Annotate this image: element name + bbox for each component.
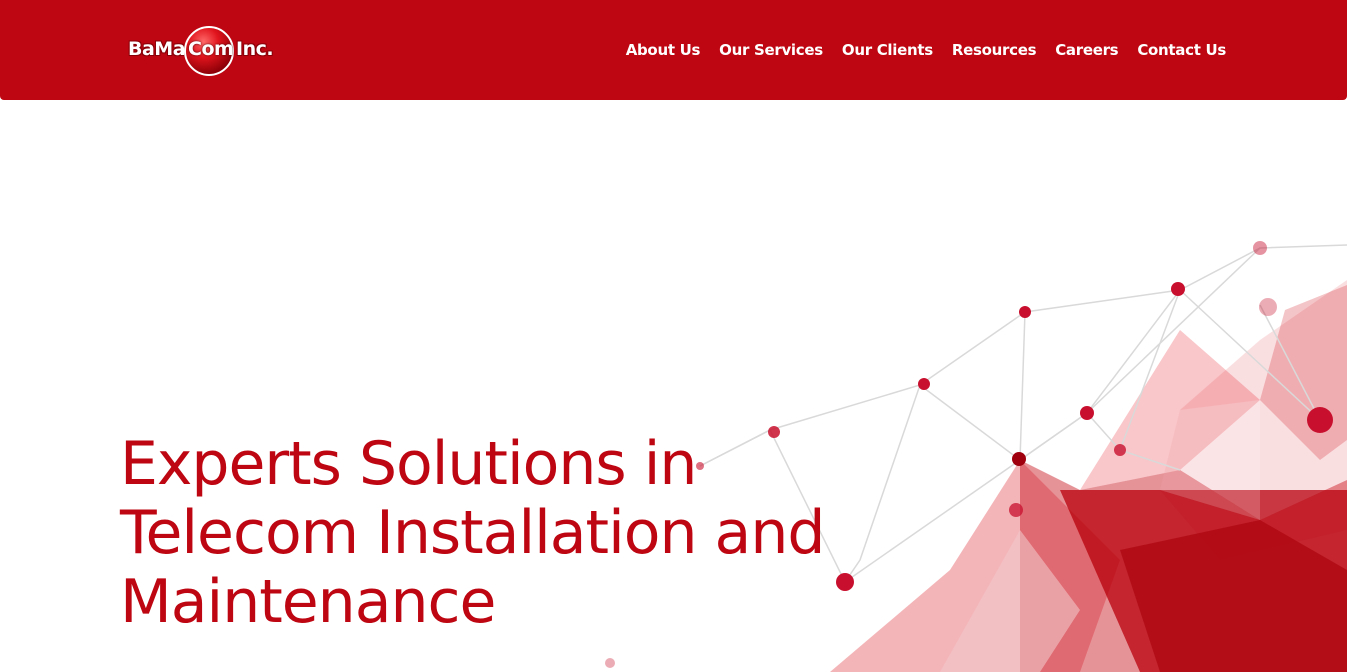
hero-title: Experts Solutions in Telecom Installatio… — [120, 429, 825, 637]
logo-text-bama: BaMa — [128, 38, 186, 60]
main-nav: About Us Our Services Our Clients Resour… — [607, 40, 1227, 60]
nav-resources[interactable]: Resources — [952, 40, 1037, 60]
nav-about-us[interactable]: About Us — [626, 40, 701, 60]
nav-our-clients[interactable]: Our Clients — [842, 40, 933, 60]
bamacom-logo[interactable]: BaMa Com Inc. — [128, 26, 278, 76]
logo-text-inc: Inc. — [236, 38, 274, 60]
site-header: BaMa Com Inc. About Us Our Services Our … — [0, 0, 1347, 100]
nav-contact-us[interactable]: Contact Us — [1137, 40, 1226, 60]
nav-our-services[interactable]: Our Services — [719, 40, 823, 60]
logo-text-com: Com — [188, 38, 234, 60]
nav-careers[interactable]: Careers — [1055, 40, 1118, 60]
